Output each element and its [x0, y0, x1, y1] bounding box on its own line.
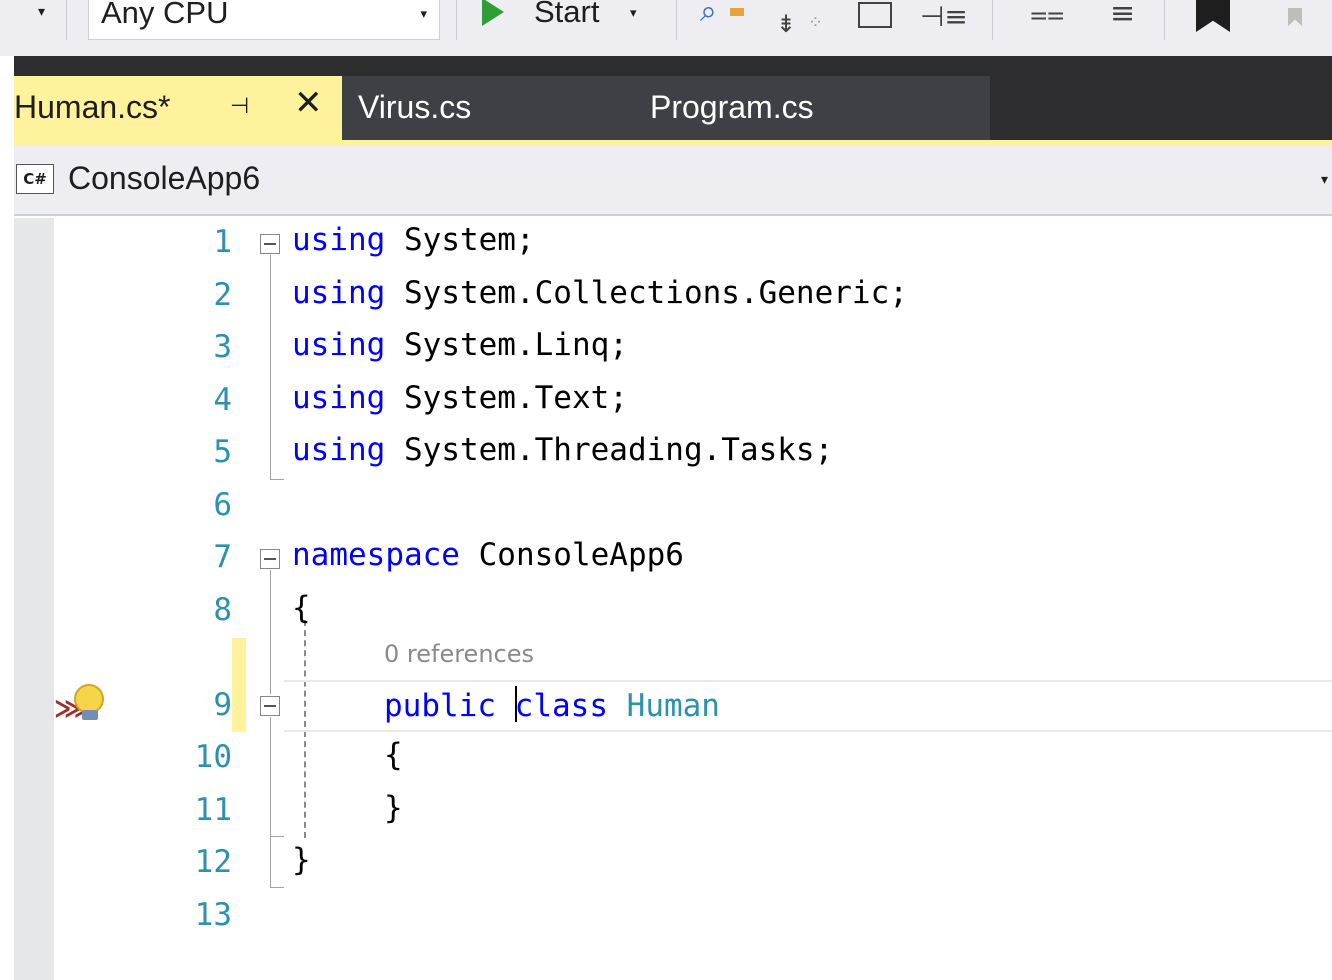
class-name: Human: [626, 688, 720, 724]
bookmark-icon[interactable]: [1196, 0, 1230, 32]
toolbar-separator: [66, 0, 67, 40]
collapse-class-toggle[interactable]: [260, 696, 280, 716]
project-dropdown[interactable]: ConsoleApp6: [68, 160, 260, 197]
start-debugging-button[interactable]: Start ▾: [472, 0, 658, 40]
format-selection-icon[interactable]: ⁘: [808, 12, 823, 33]
outline-end: [270, 887, 284, 888]
line-number: 5: [213, 434, 232, 470]
line-number: 7: [213, 539, 232, 575]
navigation-bar: C# ConsoleApp6 ▾: [14, 146, 1332, 216]
tab-label: Human.cs*: [14, 89, 171, 125]
line-number: 6: [213, 487, 232, 523]
start-label: Start: [534, 0, 600, 29]
indent-icon[interactable]: ≡: [1110, 0, 1135, 31]
line-number: 9: [213, 687, 232, 723]
format-document-icon[interactable]: ⇟: [776, 10, 796, 38]
line-number: 10: [194, 739, 232, 775]
code-text: System.Collections.Generic;: [385, 275, 908, 311]
code-text: {: [384, 737, 403, 773]
line-number: 8: [213, 592, 232, 628]
platform-label: Any CPU: [101, 0, 229, 30]
unsaved-change-marker: [232, 638, 246, 732]
tab-human-cs[interactable]: Human.cs* ⊣ ✕: [14, 76, 342, 140]
code-text: }: [292, 842, 311, 878]
code-line[interactable]: }: [384, 790, 403, 826]
code-text: }: [384, 790, 403, 826]
code-line[interactable]: namespace ConsoleApp6: [292, 537, 684, 573]
outline-line: [270, 255, 271, 479]
code-line[interactable]: }: [292, 842, 311, 878]
line-number: 1: [213, 224, 232, 260]
line-number: 2: [213, 277, 232, 313]
chevron-down-icon: ▾: [420, 7, 427, 22]
line-number: 13: [194, 897, 232, 933]
keyword: using: [292, 222, 386, 258]
find-icon[interactable]: ⌕: [700, 0, 717, 29]
line-number: 12: [194, 844, 232, 880]
codelens-references[interactable]: 0 references: [384, 640, 534, 668]
tab-virus-cs[interactable]: Virus.cs: [358, 89, 471, 126]
keyword: using: [292, 380, 386, 416]
keyword: c: [514, 688, 534, 724]
csharp-project-icon: C#: [16, 164, 54, 194]
lightbulb-base: [82, 710, 98, 720]
uncomment-icon[interactable]: ⊣≡: [920, 0, 968, 33]
code-line[interactable]: using System;: [292, 222, 535, 258]
keyword: using: [292, 327, 386, 363]
code-text: System.Text;: [385, 380, 628, 416]
collapse-namespace-toggle[interactable]: [260, 549, 280, 569]
toolbar-separator: [456, 0, 457, 40]
config-dropdown-icon[interactable]: ▾: [38, 4, 45, 20]
code-line[interactable]: using System.Threading.Tasks;: [292, 432, 833, 468]
code-text: System.Linq;: [385, 327, 628, 363]
toolbar-separator: [1164, 0, 1165, 40]
document-tab-strip: Human.cs* ⊣ ✕ Virus.cs Program.cs: [14, 56, 1332, 140]
line-number: 3: [213, 329, 232, 365]
toolbar: ▾ Any CPU ▾ Start ▾ ⌕ ⇟ ⁘ ⊣≡ ⩵ ≡: [0, 0, 1332, 56]
outline-end: [270, 836, 284, 837]
outline-line: [270, 570, 271, 694]
comment-icon[interactable]: [858, 2, 892, 28]
keyword: namespace: [292, 537, 460, 573]
glyph-margin[interactable]: [14, 218, 54, 980]
tab-program-cs[interactable]: Program.cs: [650, 89, 814, 126]
code-text: {: [292, 590, 311, 626]
pin-icon[interactable]: ⊣: [230, 94, 249, 119]
quick-actions-lightbulb-icon[interactable]: ⋙: [50, 680, 104, 728]
outdent-icon[interactable]: ⩵: [1030, 0, 1064, 31]
keyword: using: [292, 432, 386, 468]
code-text: ConsoleApp6: [459, 537, 684, 573]
outline-end: [270, 479, 284, 480]
current-line-highlight[interactable]: public class Human: [284, 680, 1332, 732]
bookmark-next-icon[interactable]: [1288, 8, 1302, 26]
close-icon[interactable]: ✕: [294, 86, 323, 120]
collapse-usings-toggle[interactable]: [260, 234, 280, 254]
chevron-down-icon[interactable]: ▾: [1321, 172, 1328, 188]
visual-studio-window: ▾ Any CPU ▾ Start ▾ ⌕ ⇟ ⁘ ⊣≡ ⩵ ≡ Human.c…: [0, 0, 1332, 980]
keyword: lass: [533, 688, 608, 724]
code-line[interactable]: using System.Text;: [292, 380, 628, 416]
solution-platform-combo[interactable]: Any CPU ▾: [88, 0, 440, 40]
code-line[interactable]: using System.Collections.Generic;: [292, 275, 908, 311]
outline-line: [270, 717, 271, 887]
keyword: public: [384, 688, 496, 724]
code-text: System;: [385, 222, 535, 258]
code-text: System.Threading.Tasks;: [385, 432, 834, 468]
code-line[interactable]: {: [384, 737, 403, 773]
code-line[interactable]: using System.Linq;: [292, 327, 628, 363]
play-icon: [482, 0, 504, 26]
chevron-down-icon: ▾: [630, 6, 637, 21]
line-number: 4: [213, 382, 232, 418]
line-number: 11: [194, 792, 232, 828]
code-line[interactable]: {: [292, 590, 311, 626]
toolbar-separator: [676, 0, 677, 40]
code-editor[interactable]: ⋙ 1 2 3 4 5 6 7 8 9 10 11 12 13 0 refere…: [14, 218, 1332, 980]
find-icon-flag: [730, 8, 744, 16]
keyword: using: [292, 275, 386, 311]
toolbar-separator: [992, 0, 993, 40]
